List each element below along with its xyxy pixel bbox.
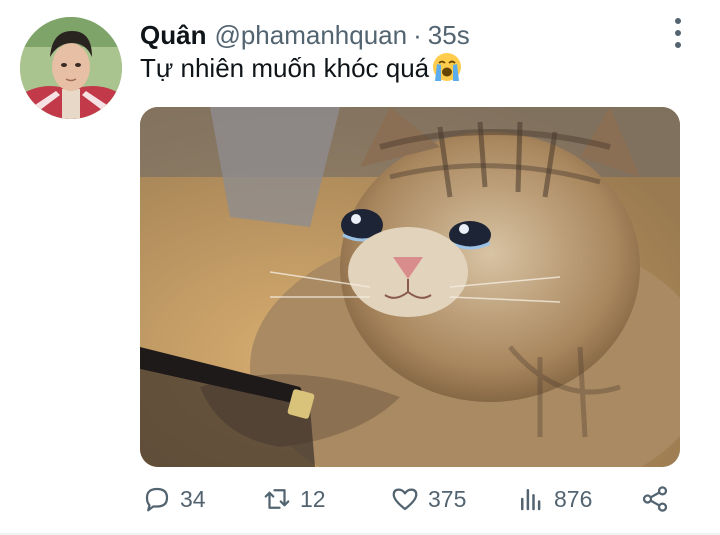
- tweet[interactable]: Quân @phamanhquan · 35s Tự nhiên muốn kh…: [0, 0, 720, 535]
- reply-icon: [145, 487, 169, 512]
- more-dot: [675, 18, 681, 24]
- avatar[interactable]: [20, 17, 122, 119]
- tweet-text-content: Tự nhiên muốn khóc quá: [140, 53, 430, 83]
- author-name[interactable]: Quân: [140, 17, 206, 53]
- retweet-count: 12: [300, 485, 326, 512]
- more-dot: [675, 42, 681, 48]
- tweet-text: Tự nhiên muốn khóc quá: [140, 51, 463, 85]
- heart-icon: [392, 488, 418, 511]
- reply-button[interactable]: 34: [142, 484, 206, 514]
- author-handle[interactable]: @phamanhquan: [214, 17, 407, 53]
- views-icon: [521, 489, 541, 511]
- more-dot: [675, 30, 681, 36]
- more-options-icon[interactable]: [664, 18, 692, 48]
- crying-kitten-photo: [140, 107, 680, 467]
- avatar-image: [20, 17, 122, 119]
- share-icon: [642, 486, 668, 512]
- tweet-header: Quân @phamanhquan · 35s: [140, 17, 470, 53]
- separator-dot: ·: [413, 20, 422, 50]
- tweet-media-image[interactable]: [140, 107, 680, 467]
- views-count: 876: [554, 485, 593, 512]
- like-button[interactable]: 375: [390, 484, 466, 514]
- tweet-actions: 34 12 375 876: [140, 480, 680, 518]
- reply-count: 34: [180, 485, 206, 512]
- retweet-icon: [264, 489, 290, 509]
- like-count: 375: [428, 485, 467, 512]
- loudly-crying-face-emoji: [433, 53, 462, 81]
- share-button[interactable]: [640, 484, 670, 514]
- retweet-button[interactable]: 12: [262, 484, 326, 514]
- views-button[interactable]: 876: [516, 484, 592, 514]
- timestamp[interactable]: 35s: [428, 17, 470, 53]
